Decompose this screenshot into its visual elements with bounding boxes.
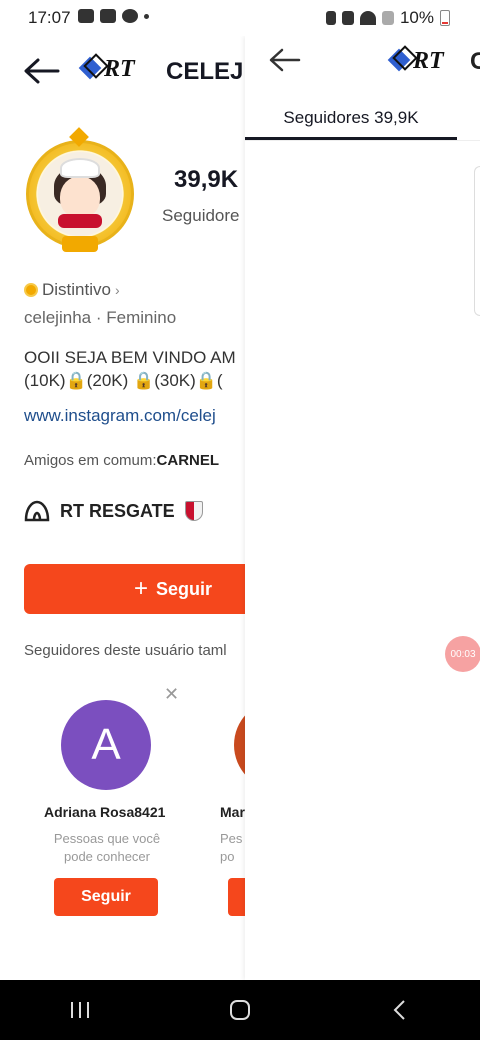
mutual-friends-prefix: Amigos em comum: — [24, 452, 157, 469]
brand-logo: RT — [76, 52, 144, 88]
profile-name: CELEJ — [166, 58, 244, 85]
suggestion-name-2[interactable]: Mar — [220, 804, 245, 820]
suggestion-avatar-2[interactable] — [234, 700, 245, 790]
avatar-face — [60, 176, 100, 218]
suggestion-name[interactable]: Adriana Rosa8421 — [44, 804, 165, 820]
close-icon[interactable]: ✕ — [164, 684, 179, 705]
home-icon — [230, 1000, 250, 1020]
signal-icon — [381, 11, 394, 25]
profile-name: C — [470, 48, 480, 75]
status-time: 17:07 — [28, 8, 71, 27]
suggestion-follow-button[interactable]: Seguir — [54, 878, 158, 916]
navigation-bar — [0, 980, 480, 1040]
shield-icon — [184, 501, 203, 521]
plus-icon: + — [134, 575, 149, 602]
recents-button[interactable] — [50, 990, 110, 1030]
group-tent-icon — [24, 500, 50, 522]
avatar-frame-base — [62, 236, 98, 252]
handle: celejinha — [24, 308, 92, 327]
more-dot-icon — [144, 13, 149, 19]
scrollbar[interactable] — [474, 166, 480, 316]
avatar-hat — [60, 158, 100, 178]
suggestion-subtitle: Pessoas que você pode conhecer — [53, 831, 161, 864]
logo-text: RT — [413, 48, 444, 74]
suggestion-subtitle-2: Pes po — [220, 831, 243, 864]
suggestion-follow-button-2[interactable] — [228, 878, 245, 916]
wifi-icon — [359, 11, 376, 25]
gender: Feminino — [106, 308, 177, 327]
avatar-scarf — [58, 214, 102, 228]
chevron-right-icon: › — [114, 282, 120, 298]
notification-icons — [78, 9, 149, 23]
app-icon — [122, 9, 138, 23]
back-button[interactable] — [370, 990, 430, 1030]
logo-text: RT — [104, 56, 135, 82]
badge-icon — [24, 283, 38, 297]
status-bar: 17:07 10% — [0, 0, 480, 36]
lock-icon — [325, 11, 336, 25]
suggestions-label: Seguidores deste usuário taml — [24, 642, 227, 659]
alert-icon — [100, 9, 116, 23]
profile-panel: RT CELEJ 39,9K Seguidore Distintivo › ce… — [0, 36, 245, 980]
bio-line-1: OOII SEJA BEM VINDO AM — [24, 348, 236, 367]
recents-icon — [71, 1002, 89, 1018]
badge-link[interactable]: Distintivo › — [24, 280, 120, 300]
tab-followers[interactable]: Seguidores 39,9K — [245, 98, 457, 140]
mutual-friends-names: CARNEL — [156, 452, 220, 469]
bio-link[interactable]: www.instagram.com/celej — [24, 406, 216, 426]
battery-percent: 10% — [399, 8, 434, 27]
handle-row: celejinha · Feminino — [24, 308, 176, 328]
bio: OOII SEJA BEM VINDO AM (10K)🔒(20K) 🔒(30K… — [24, 346, 245, 392]
back-arrow-icon[interactable] — [267, 46, 303, 74]
group-name: RT RESGATE — [60, 500, 175, 521]
group-row[interactable]: RT RESGATE — [24, 498, 203, 524]
follow-button-label: Seguir — [156, 578, 213, 599]
separator-dot: · — [95, 308, 107, 327]
mutual-friends[interactable]: Amigos em comum:CARNEL — [24, 452, 219, 469]
badge-label: Distintivo — [42, 280, 111, 299]
brand-logo: RT — [385, 44, 453, 80]
follow-button[interactable]: + Seguir — [24, 564, 245, 614]
followers-panel: RT C Seguidores 39,9K 00:03 — [245, 36, 480, 980]
followers-label[interactable]: Seguidore — [162, 206, 240, 226]
tab-divider — [245, 140, 480, 141]
back-arrow-icon[interactable] — [22, 56, 62, 86]
suggestion-avatar[interactable]: A — [61, 700, 151, 790]
recording-indicator[interactable]: 00:03 — [445, 636, 480, 672]
mute-icon — [341, 11, 354, 25]
battery-icon — [440, 10, 450, 26]
home-button[interactable] — [210, 990, 270, 1030]
avatar-image — [38, 152, 122, 236]
system-icons: 10% — [325, 8, 450, 28]
back-icon — [393, 1000, 405, 1020]
profile-avatar[interactable] — [18, 127, 142, 256]
video-icon — [78, 9, 94, 23]
followers-count[interactable]: 39,9K — [174, 166, 238, 194]
bio-line-2: (10K)🔒(20K) 🔒(30K)🔒( — [24, 371, 223, 390]
